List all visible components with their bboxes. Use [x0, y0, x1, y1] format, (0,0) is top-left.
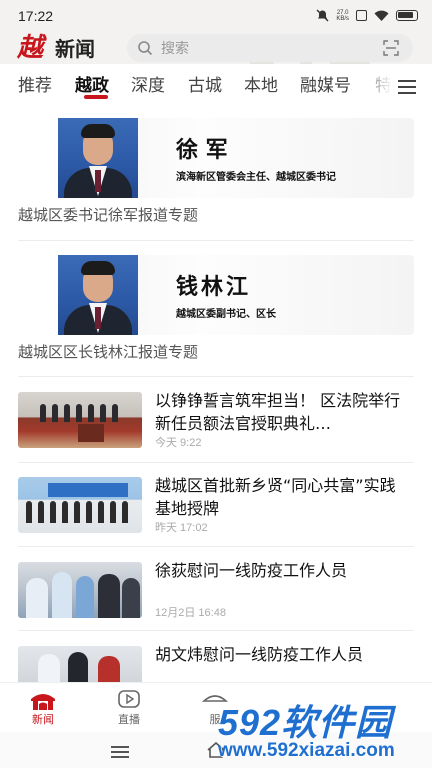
search-input[interactable]: 搜索 — [127, 34, 413, 62]
divider — [18, 462, 414, 463]
feature-name: 钱林江 — [176, 275, 252, 300]
wifi-icon — [374, 10, 389, 21]
nav-label: 直播 — [118, 713, 140, 726]
news-time: 12月2日 16:48 — [155, 607, 226, 619]
list-item[interactable]: 徐荻慰问一线防疫工作人员 12月2日 16:48 — [18, 561, 414, 622]
news-thumbnail — [18, 477, 142, 533]
nav-label: 新闻 — [32, 713, 54, 726]
divider — [18, 240, 414, 241]
tab-ancient-city[interactable]: 古城 — [188, 74, 222, 98]
network-speed: 27.0 KB/s — [336, 9, 349, 22]
feature-caption: 越城区委书记徐军报道专题 — [18, 206, 199, 224]
divider — [18, 630, 414, 631]
home-gate-icon — [31, 694, 55, 710]
nav-live[interactable]: 直播 — [86, 683, 172, 733]
feature-title: 滨海新区管委会主任、越城区委书记 — [176, 172, 336, 183]
news-title: 胡文炜慰问一线防疫工作人员 — [155, 646, 364, 664]
news-title: 以铮铮誓言筑牢担当！ 区法院举行新任员额法官授职典礼… — [155, 391, 401, 433]
mute-icon — [316, 9, 329, 22]
battery-icon — [396, 10, 418, 21]
tabs-fade — [358, 70, 392, 102]
feature-caption: 越城区区长钱林江报道专题 — [18, 343, 199, 361]
news-title: 徐荻慰问一线防疫工作人员 — [155, 561, 348, 580]
news-thumbnail — [18, 562, 142, 618]
tab-depth[interactable]: 深度 — [131, 74, 165, 98]
watermark: 592软件园 www.592xiazai.com — [218, 694, 432, 768]
scan-icon[interactable] — [383, 40, 399, 56]
status-time: 17:22 — [18, 8, 54, 24]
portrait-photo — [58, 118, 138, 198]
news-thumbnail — [18, 646, 142, 682]
list-item[interactable]: 越城区首批新乡贤“同心共富”实践基地授牌 昨天 17:02 — [18, 476, 414, 537]
list-item[interactable]: 胡文炜慰问一线防疫工作人员 — [18, 646, 414, 682]
watermark-brand: 592软件园 — [218, 702, 393, 743]
app-header: 越 新闻 搜索 — [0, 33, 432, 64]
status-icons: 27.0 KB/s — [316, 9, 418, 22]
status-bar: 17:22 27.0 KB/s — [0, 0, 432, 34]
menu-icon[interactable] — [398, 80, 416, 94]
list-item[interactable]: 以铮铮誓言筑牢担当！ 区法院举行新任员额法官授职典礼… 今天 9:22 — [18, 391, 414, 452]
app-logo: 越 — [17, 33, 44, 63]
feature-name: 徐 军 — [176, 138, 228, 163]
tab-media[interactable]: 融媒号 — [300, 74, 351, 98]
search-placeholder: 搜索 — [161, 41, 189, 57]
feature-card-2[interactable]: 钱林江 越城区委副书记、区长 越城区区长钱林江报道专题 — [18, 255, 414, 365]
tab-recommend[interactable]: 推荐 — [18, 74, 52, 98]
notification-icon — [356, 10, 367, 21]
divider — [18, 546, 414, 547]
search-icon — [138, 41, 153, 56]
system-menu-icon[interactable] — [111, 746, 129, 758]
feature-title: 越城区委副书记、区长 — [176, 309, 276, 320]
portrait-photo — [58, 255, 138, 335]
divider — [18, 376, 414, 377]
news-title: 越城区首批新乡贤“同心共富”实践基地授牌 — [155, 476, 396, 518]
news-thumbnail — [18, 392, 142, 448]
feature-card-1[interactable]: 徐 军 滨海新区管委会主任、越城区委书记 越城区委书记徐军报道专题 — [18, 118, 414, 228]
watermark-url: www.592xiazai.com — [218, 740, 395, 761]
active-tab-indicator — [84, 95, 108, 99]
tab-local[interactable]: 本地 — [244, 74, 278, 98]
nav-news[interactable]: 新闻 — [0, 683, 86, 733]
news-time: 昨天 17:02 — [155, 522, 208, 534]
news-time: 今天 9:22 — [155, 437, 202, 449]
app-title: 新闻 — [55, 37, 95, 61]
live-play-icon — [118, 690, 140, 708]
